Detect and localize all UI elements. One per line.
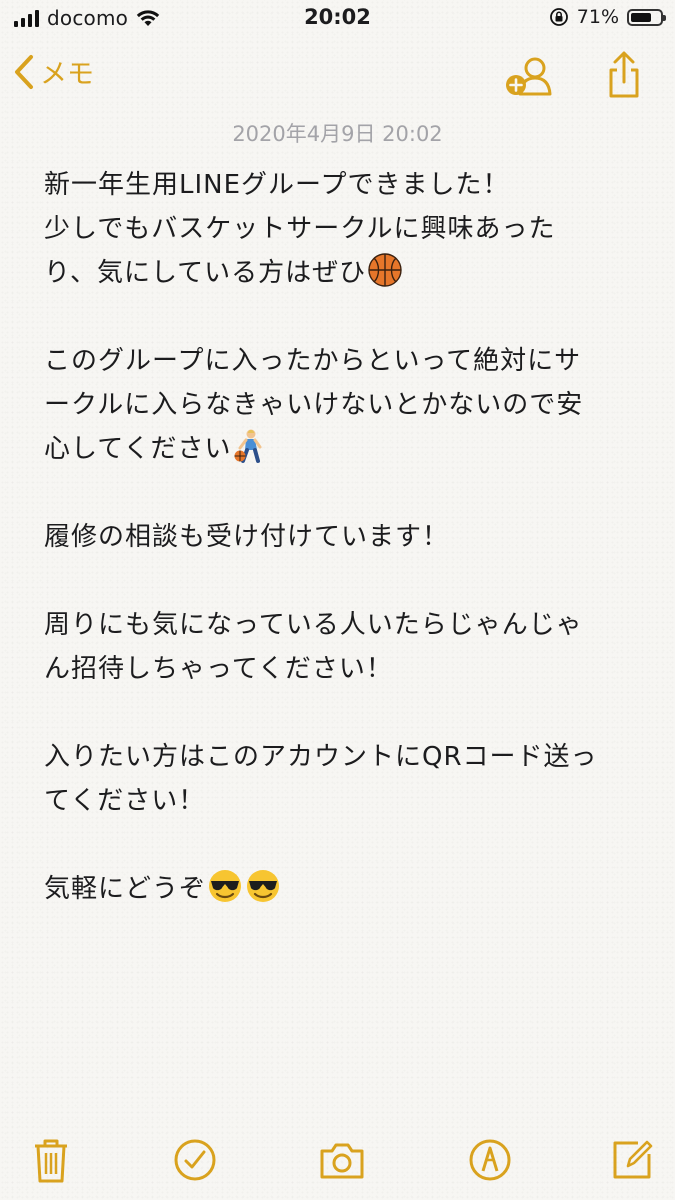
nav-bar: メモ — [0, 38, 675, 114]
trash-icon[interactable] — [27, 1136, 75, 1184]
note-line: 少しでもバスケットサークルに興味あった — [44, 214, 556, 244]
note-line: り、気にしている方はぜひ — [44, 258, 367, 288]
basketball-emoji — [368, 253, 402, 287]
status-right: 71% — [549, 6, 666, 28]
note-line: てください！ — [44, 786, 206, 816]
compose-icon[interactable] — [608, 1136, 656, 1184]
battery-icon — [627, 8, 666, 26]
camera-icon[interactable] — [318, 1136, 366, 1184]
note-date: 2020年4月9日 20:02 — [232, 122, 443, 146]
note-line: 心してください — [44, 434, 232, 464]
note-line: 新一年生用LINEグループできました！ — [44, 170, 510, 200]
person-bouncing-ball-emoji — [234, 429, 262, 463]
note-line: ん招待しちゃってください！ — [44, 654, 393, 684]
share-icon[interactable] — [604, 50, 644, 100]
bottom-toolbar — [0, 1124, 675, 1200]
checklist-icon[interactable] — [171, 1136, 219, 1184]
chevron-left-icon — [15, 54, 33, 89]
back-button[interactable]: メモ — [12, 52, 94, 91]
note-line: このグループに入ったからといって絶対にサ — [44, 346, 582, 376]
sunglasses-face-emoji — [247, 870, 280, 902]
note-line: ークルに入らなきゃいけないとかないので安 — [44, 390, 584, 420]
note-line: 履修の相談も受け付けています！ — [44, 522, 450, 552]
note-paragraph: 周りにも気になっている人いたらじゃんじゃ ん招待しちゃってください！ — [44, 603, 644, 691]
note-body[interactable]: 新一年生用LINEグループできました！ 少しでもバスケットサークルに興味あった … — [44, 163, 644, 911]
note-paragraph: 新一年生用LINEグループできました！ 少しでもバスケットサークルに興味あった … — [44, 163, 644, 295]
add-collaborator-icon[interactable] — [502, 54, 556, 98]
note-line: 入りたい方はこのアカウントにQRコード送っ — [44, 742, 598, 772]
note-paragraph: このグループに入ったからといって絶対にサ ークルに入らなきゃいけないとかないので… — [44, 339, 644, 471]
battery-percent: 71% — [576, 6, 619, 28]
markup-pen-icon[interactable] — [466, 1136, 514, 1184]
note-paragraph: 入りたい方はこのアカウントにQRコード送っ てください！ — [44, 735, 644, 823]
back-label: メモ — [40, 59, 94, 90]
note-line: 周りにも気になっている人いたらじゃんじゃ — [44, 610, 583, 640]
note-paragraph: 履修の相談も受け付けています！ — [44, 515, 644, 559]
note-line: 気軽にどうぞ — [44, 874, 207, 904]
status-bar: docomo 20:02 71% — [0, 0, 675, 38]
battery-fill — [631, 12, 651, 22]
note-paragraph: 気軽にどうぞ — [44, 867, 644, 911]
sunglasses-face-emoji — [209, 870, 242, 902]
rotation-lock-icon — [549, 8, 568, 26]
